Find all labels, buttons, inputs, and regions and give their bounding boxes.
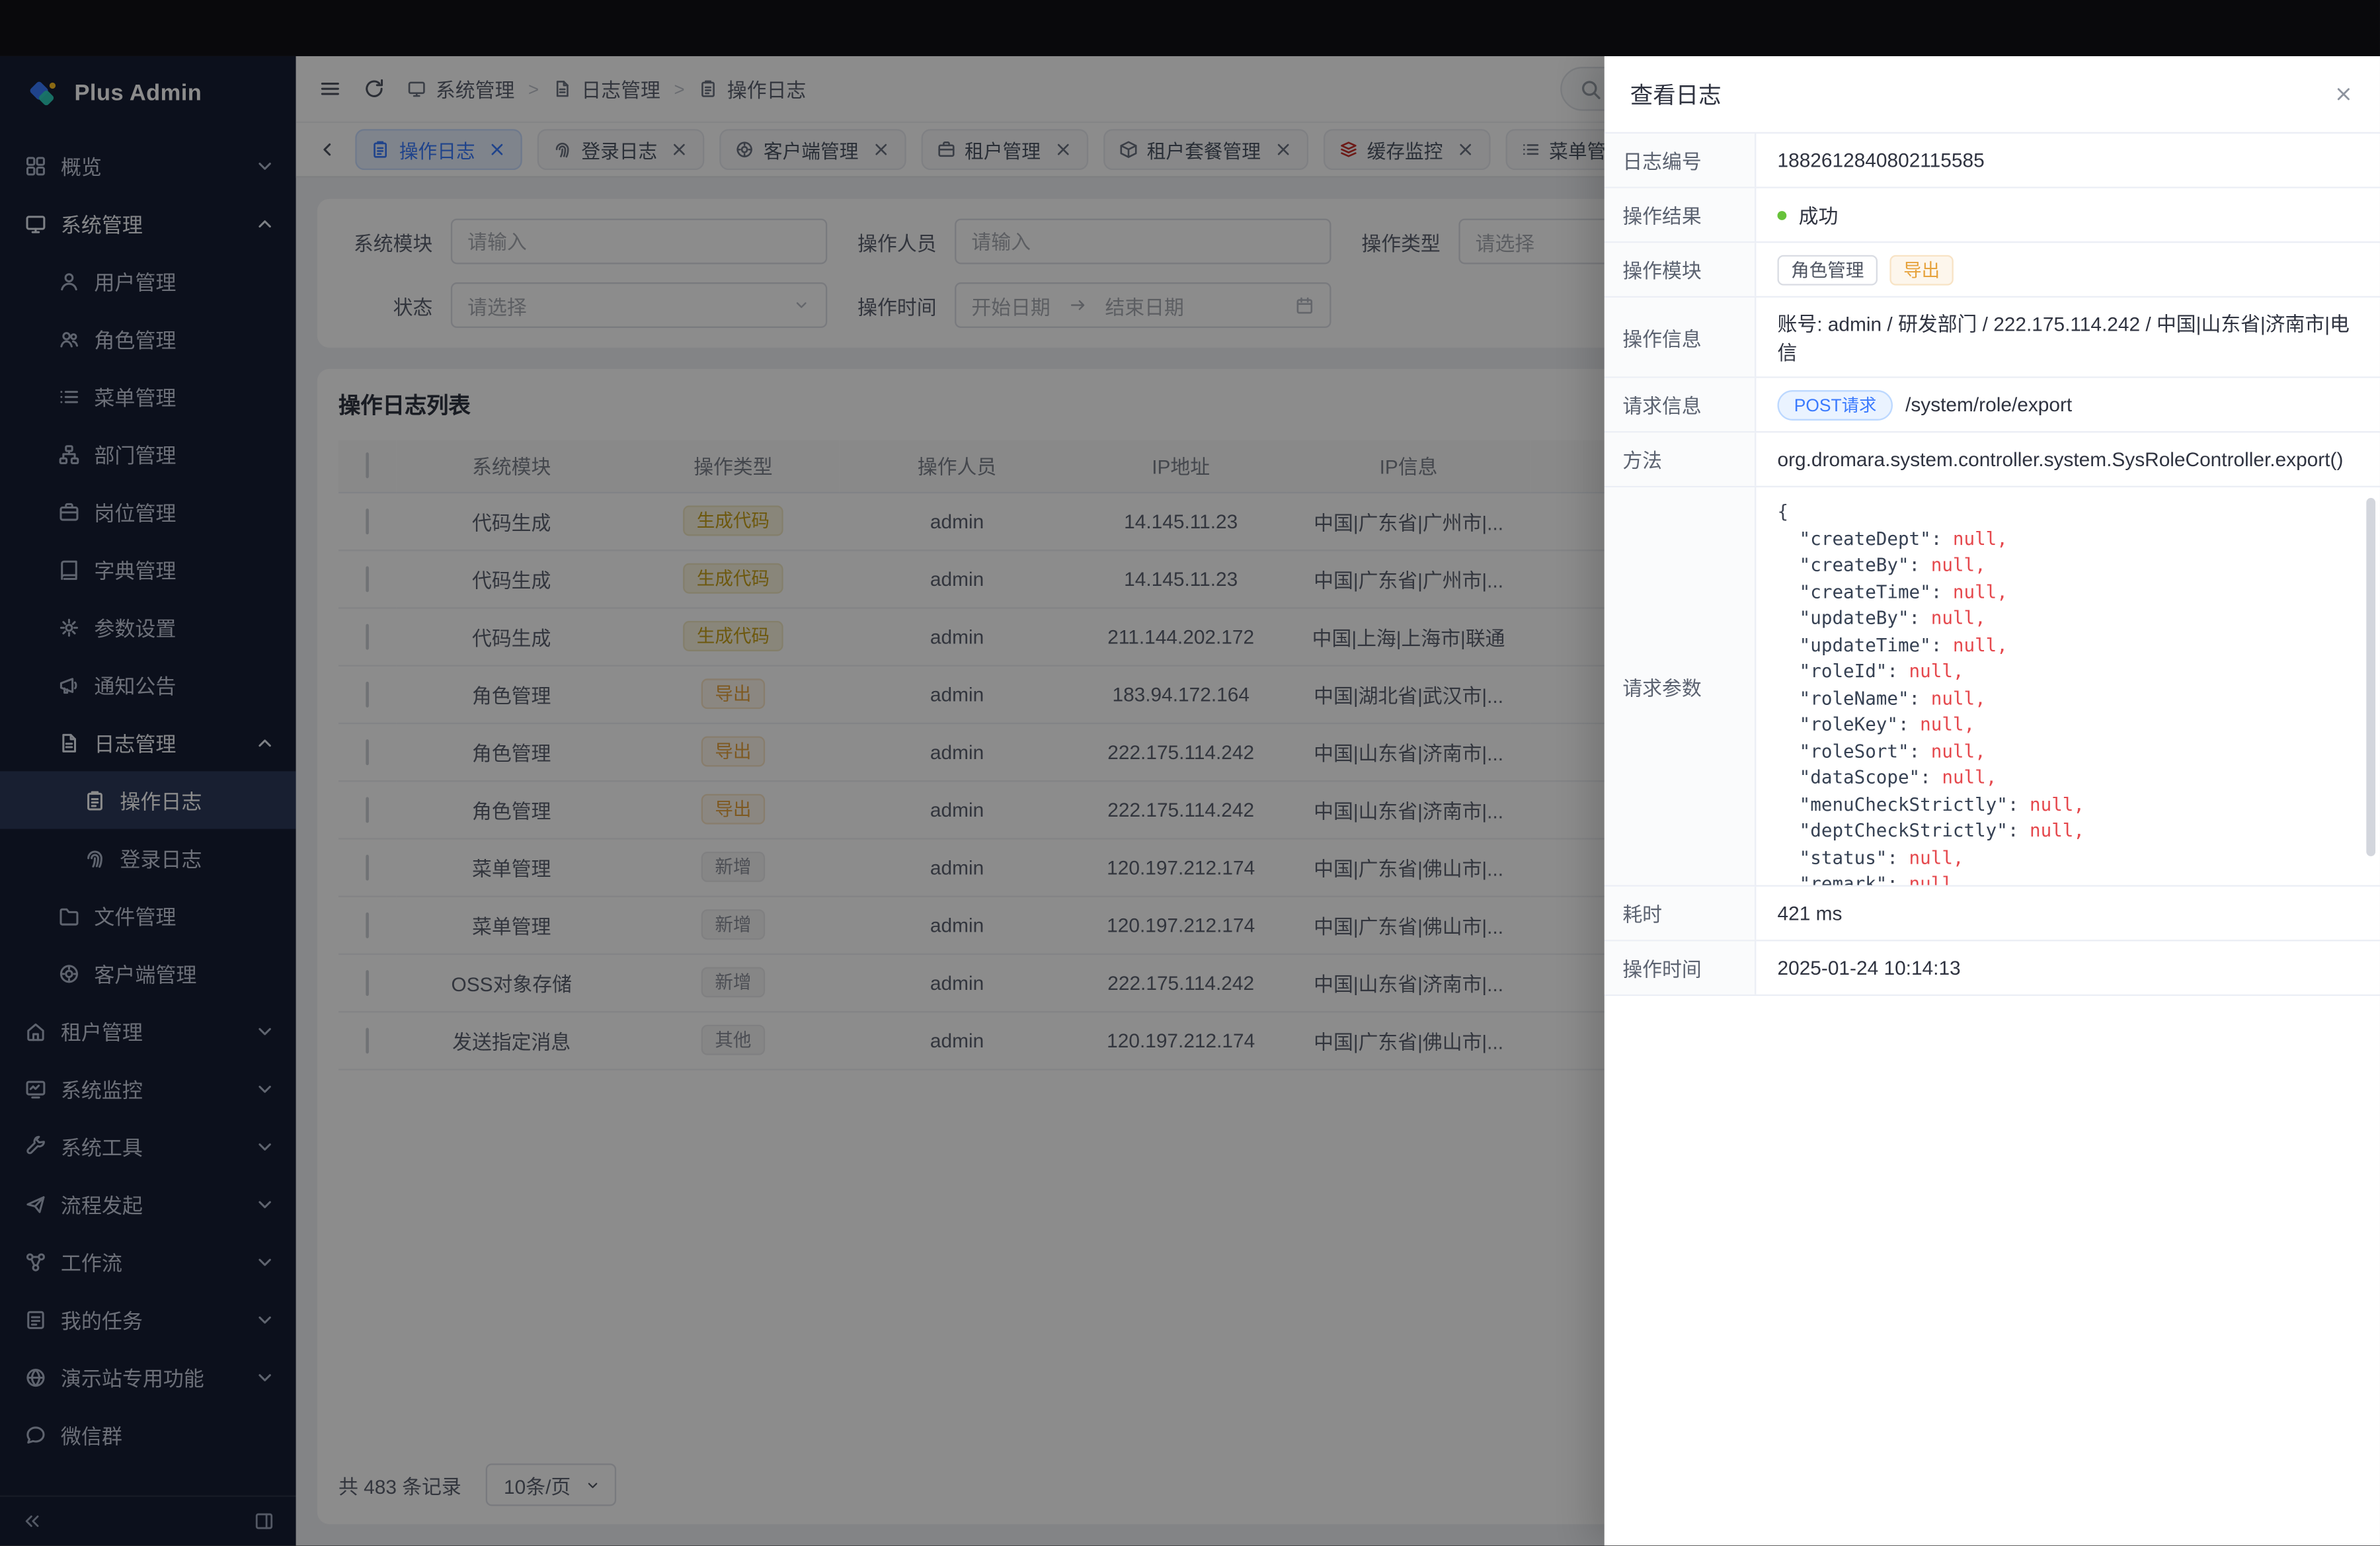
detail-label: 请求信息 [1605,378,1757,431]
detail-value: 成功 [1756,188,2380,241]
screen: Plus Admin 概览系统管理用户管理角色管理菜单管理部门管理岗位管理字典管… [0,0,2380,1545]
detail-value: { "createDept": null, "createBy": null, … [1756,487,2380,885]
detail-row-操作模块: 操作模块角色管理导出 [1605,243,2380,298]
success-status-dot [1777,210,1786,220]
detail-row-请求信息: 请求信息POST请求/system/role/export [1605,378,2380,433]
detail-row-耗时: 耗时421 ms [1605,887,2380,942]
detail-label: 日志编号 [1605,134,1757,186]
window-chrome-bar [0,0,2380,56]
detail-label: 耗时 [1605,887,1757,940]
log-detail-table: 日志编号1882612840802115585操作结果成功操作模块角色管理导出操… [1605,134,2380,1545]
drawer-title: 查看日志 [1630,78,1722,110]
code-scrollbar [2366,498,2375,874]
tag-导出: 导出 [1889,255,1953,285]
view-log-drawer: 查看日志 日志编号1882612840802115585操作结果 成功操作模块角色… [1605,56,2380,1545]
detail-row-操作时间: 操作时间2025-01-24 10:14:13 [1605,941,2380,996]
detail-label: 方法 [1605,432,1757,485]
drawer-close-button[interactable] [2333,83,2354,104]
detail-row-日志编号: 日志编号1882612840802115585 [1605,134,2380,188]
drawer-header: 查看日志 [1605,56,2380,134]
detail-label: 操作时间 [1605,941,1757,994]
detail-value: 421 ms [1756,887,2380,940]
detail-label: 操作结果 [1605,188,1757,241]
code-scrollbar-thumb[interactable] [2366,498,2375,856]
detail-value: 账号: admin / 研发部门 / 222.175.114.242 / 中国|… [1756,298,2380,376]
request-method-tag: POST请求 [1777,389,1893,420]
detail-value: 2025-01-24 10:14:13 [1756,941,2380,994]
detail-label: 操作模块 [1605,243,1757,296]
detail-label: 请求参数 [1605,487,1757,885]
status-text: 成功 [1799,200,1839,229]
request-url: /system/role/export [1905,393,2072,416]
tag-角色管理: 角色管理 [1777,255,1878,285]
detail-value: 角色管理导出 [1756,243,2380,296]
detail-row-方法: 方法org.dromara.system.controller.system.S… [1605,432,2380,487]
detail-value: POST请求/system/role/export [1756,378,2380,431]
detail-label: 操作信息 [1605,298,1757,376]
detail-row-操作信息: 操作信息账号: admin / 研发部门 / 222.175.114.242 /… [1605,298,2380,378]
request-params-code: { "createDept": null, "createBy": null, … [1756,487,2380,885]
detail-row-操作结果: 操作结果 成功 [1605,188,2380,243]
detail-row-请求参数: 请求参数{ "createDept": null, "createBy": nu… [1605,487,2380,887]
detail-value: 1882612840802115585 [1756,134,2380,186]
detail-value: org.dromara.system.controller.system.Sys… [1756,432,2380,485]
